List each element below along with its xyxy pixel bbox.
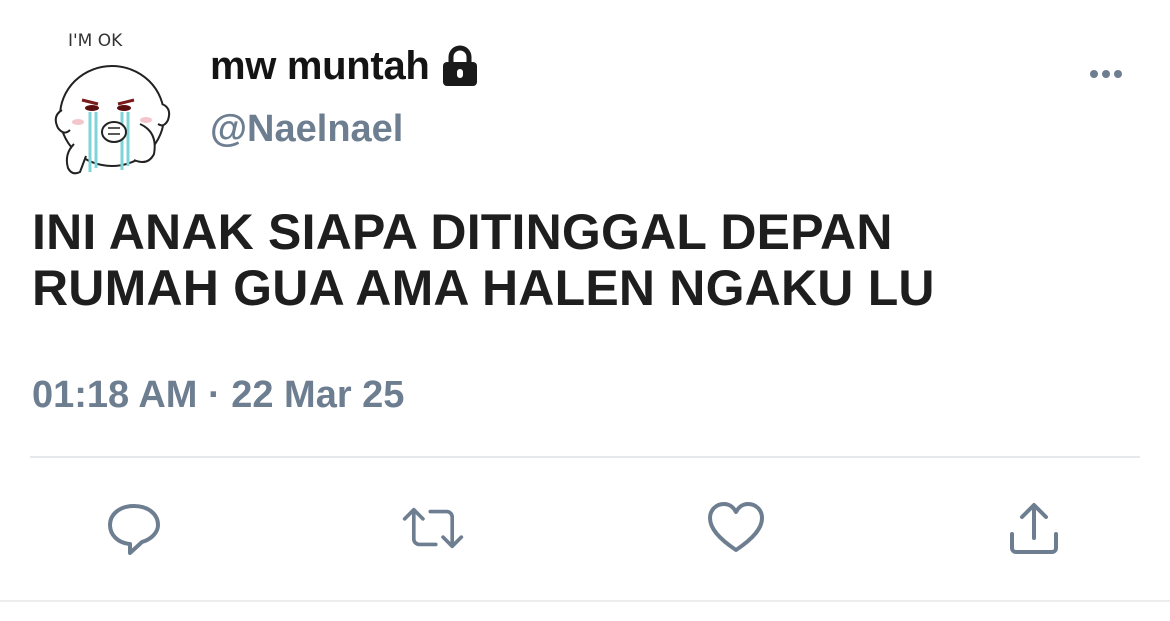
reply-button[interactable] (102, 496, 166, 560)
like-button[interactable] (704, 496, 768, 560)
tweet-text: INI ANAK SIAPA DITINGGAL DEPAN RUMAH GUA… (32, 204, 1132, 316)
comment-icon (108, 504, 160, 555)
display-name[interactable]: mw muntah (210, 44, 430, 89)
avatar-image: I'M OK (54, 31, 171, 175)
retweet-icon (402, 507, 464, 549)
timestamp-separator: · (208, 374, 221, 416)
heart-icon (708, 502, 764, 552)
bottom-border (0, 600, 1170, 602)
action-bar (0, 496, 1170, 566)
share-icon (1010, 503, 1058, 554)
retweet-button[interactable] (401, 496, 465, 560)
tweet-card: I'M OK mw muntah @Naelnael INI ANAK SIAP… (0, 0, 1170, 621)
more-options-icon[interactable] (1082, 62, 1130, 86)
avatar-caption: I'M OK (68, 31, 123, 51)
tweet-text-line: INI ANAK SIAPA DITINGGAL DEPAN (32, 204, 893, 260)
share-button[interactable] (1002, 496, 1066, 560)
author-name-row: mw muntah (210, 40, 480, 92)
lock-icon (440, 45, 480, 87)
tweet-timestamp[interactable]: 01:18 AM · 22 Mar 25 (32, 374, 404, 417)
divider (30, 456, 1140, 458)
tweet-time: 01:18 AM (32, 374, 198, 416)
tweet-text-line: RUMAH GUA AMA HALEN NGAKU LU (32, 260, 935, 316)
tweet-date: 22 Mar 25 (231, 374, 405, 416)
user-handle[interactable]: @Naelnael (210, 108, 403, 151)
avatar[interactable]: I'M OK (48, 24, 176, 184)
